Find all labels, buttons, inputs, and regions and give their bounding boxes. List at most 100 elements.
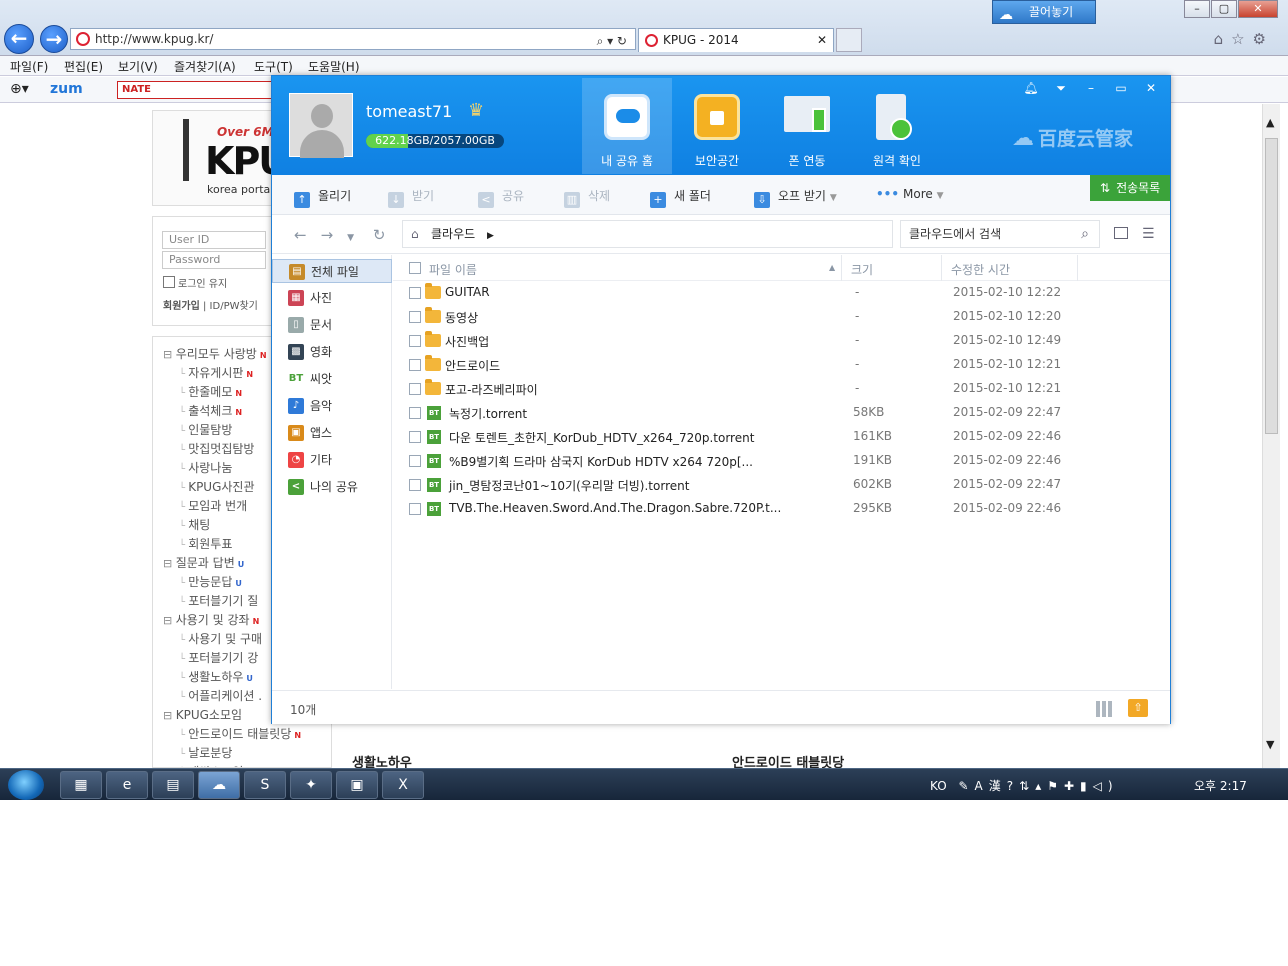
offline-download-button[interactable]: ⇩ 오프 받기 ▼	[754, 187, 837, 208]
cloud-search-input[interactable]: 클라우드에서 검색 ⌕	[900, 220, 1100, 248]
download-button[interactable]: ↓ 받기	[388, 187, 434, 208]
find-id-link[interactable]: ID/PW찾기	[210, 301, 258, 312]
tree-item[interactable]: 만능문답U	[179, 573, 242, 590]
file-row[interactable]: 동영상 - 2015-02-10 12:20	[393, 305, 1170, 329]
username[interactable]: tomeast71	[366, 102, 452, 121]
file-row[interactable]: 사진백업 - 2015-02-10 12:49	[393, 329, 1170, 353]
tree-item[interactable]: 한줄메모N	[179, 383, 242, 400]
taskbar-ie-icon[interactable]: e	[106, 771, 148, 799]
input-language[interactable]: KO	[930, 779, 947, 793]
back-button[interactable]: ←	[4, 24, 34, 54]
tree-item[interactable]: 안드로이드 태블릿당N	[179, 725, 301, 742]
browser-tab[interactable]: KPUG - 2014 ✕	[638, 28, 834, 52]
file-row[interactable]: BT TVB.The.Heaven.Sword.And.The.Dragon.Sa…	[393, 497, 1170, 521]
list-view-icon[interactable]	[1114, 227, 1128, 239]
breadcrumb[interactable]: ⌂ 클라우드 ▶	[402, 220, 893, 248]
file-row[interactable]: 안드로이드 - 2015-02-10 12:21	[393, 353, 1170, 377]
row-checkbox[interactable]	[409, 335, 421, 347]
sidebar-item[interactable]: ▦ 사진	[272, 286, 392, 310]
row-checkbox[interactable]	[409, 359, 421, 371]
tab-secure-space[interactable]: 보안공간	[672, 78, 762, 174]
zum-link[interactable]: zum	[50, 81, 83, 97]
taskbar-excel-icon[interactable]: X	[382, 771, 424, 799]
refresh-icon[interactable]: ↻	[373, 226, 400, 244]
new-folder-button[interactable]: + 새 폴더	[650, 187, 711, 208]
search-refresh-icon[interactable]: ⌕ ▾ ↻	[597, 31, 627, 51]
tab-close-icon[interactable]: ✕	[817, 29, 827, 51]
taskbar-baidu-cloud-icon[interactable]: ☁	[198, 771, 240, 799]
grid-view-icon[interactable]	[1096, 701, 1112, 717]
tree-item[interactable]: 포터블기기 질	[179, 592, 258, 609]
clock[interactable]: 오후 2:17	[1194, 777, 1247, 794]
tree-item[interactable]: 사용기 및 구매	[179, 630, 262, 647]
search-icon[interactable]: ⌕	[1081, 221, 1089, 247]
column-date[interactable]: 수정한 시간	[951, 261, 1010, 278]
tab-remote-check[interactable]: 원격 확인	[852, 78, 942, 174]
tab-my-home[interactable]: 내 공유 홈	[582, 78, 672, 174]
cloud-drag-button[interactable]: ☁ 끌어놓기	[992, 0, 1096, 24]
menu-favorites[interactable]: 즐겨찾기(A)	[174, 58, 236, 75]
sidebar-item[interactable]: ♪ 음악	[272, 394, 392, 418]
favorites-icon[interactable]: ⊕▾	[10, 81, 29, 97]
app-minimize-button[interactable]: –	[1076, 80, 1106, 96]
taskbar-wand-icon[interactable]: ✦	[290, 771, 332, 799]
tree-item[interactable]: KPUG소모임	[163, 706, 242, 723]
file-row[interactable]: BT %B9별기획 드라마 삼국지 KorDub HDTV x264 720p[.…	[393, 449, 1170, 473]
select-all-checkbox[interactable]	[409, 262, 421, 274]
join-link[interactable]: 회원가입	[163, 301, 200, 312]
row-checkbox[interactable]	[409, 479, 421, 491]
file-row[interactable]: 포고-라즈베리파이 - 2015-02-10 12:21	[393, 377, 1170, 401]
tree-item[interactable]: 날로분당	[179, 744, 232, 761]
keep-login-checkbox[interactable]: 로그인 유지	[163, 275, 227, 290]
nate-search-box[interactable]: NATE	[117, 81, 273, 99]
path-back-icon[interactable]: ←	[294, 226, 321, 244]
row-checkbox[interactable]	[409, 503, 421, 515]
app-close-button[interactable]: ✕	[1136, 80, 1166, 96]
sidebar-item[interactable]: < 나의 공유	[272, 475, 392, 499]
tray-icons[interactable]: ✎A漢?⇅▴⚑✚▮◁)	[959, 779, 1119, 793]
taskbar-s-app-icon[interactable]: S	[244, 771, 286, 799]
tab-phone-sync[interactable]: 폰 연동	[762, 78, 852, 174]
tree-item[interactable]: 우리모두 사랑방N	[163, 345, 267, 362]
home-favorites-gear-icon[interactable]: ⌂☆⚙	[1214, 30, 1274, 48]
taskbar-paint-icon[interactable]: ▣	[336, 771, 378, 799]
detail-view-icon[interactable]: ☰	[1142, 226, 1155, 242]
row-checkbox[interactable]	[409, 431, 421, 443]
breadcrumb-root[interactable]: 클라우드	[431, 227, 475, 241]
page-scrollbar[interactable]: ▲ ▼	[1262, 104, 1280, 768]
tree-item[interactable]: 질문과 답변U	[163, 554, 245, 571]
tree-item[interactable]: 사용기 및 강좌N	[163, 611, 260, 628]
start-button[interactable]	[8, 770, 44, 800]
tree-item[interactable]: 회원투표	[179, 535, 232, 552]
row-checkbox[interactable]	[409, 383, 421, 395]
user-id-field[interactable]: User ID	[162, 231, 266, 249]
tree-item[interactable]: 인물탐방	[179, 421, 232, 438]
sidebar-item[interactable]: ▣ 앱스	[272, 421, 392, 445]
scroll-down-icon[interactable]: ▼	[1266, 738, 1274, 751]
sidebar-item[interactable]: BT 씨앗	[272, 367, 392, 391]
upload-button[interactable]: ↑ 올리기	[294, 187, 351, 208]
tree-item[interactable]: 채팅	[179, 516, 210, 533]
tree-item[interactable]: 출석체크N	[179, 402, 242, 419]
row-checkbox[interactable]	[409, 311, 421, 323]
menu-dropdown-icon[interactable]: ⏷	[1046, 80, 1076, 96]
breadcrumb-chevron-icon[interactable]: ▶	[487, 231, 494, 241]
transfer-list-button[interactable]: ⇅ 전송목록	[1090, 175, 1170, 201]
scroll-thumb[interactable]	[1265, 138, 1278, 434]
menu-view[interactable]: 보기(V)	[118, 58, 158, 75]
sidebar-item[interactable]: ▩ 영화	[272, 340, 392, 364]
sidebar-item[interactable]: ▯ 문서	[272, 313, 392, 337]
row-checkbox[interactable]	[409, 455, 421, 467]
column-size[interactable]: 크기	[851, 261, 873, 278]
upload-folder-icon[interactable]: ⇧	[1128, 699, 1148, 717]
tree-item[interactable]: 맛집멋집탐방	[179, 440, 254, 457]
tree-item[interactable]: 사랑나눔	[179, 459, 232, 476]
column-name[interactable]: 파일 이름	[429, 261, 477, 278]
file-row[interactable]: BT 다운 토렌트_초한지_KorDub_HDTV_x264_720p.torre…	[393, 425, 1170, 449]
sidebar-item[interactable]: ▤ 전체 파일	[272, 259, 392, 283]
more-button[interactable]: ••• More ▼	[876, 187, 944, 201]
tree-item[interactable]: 자유게시판N	[179, 364, 253, 381]
tree-item[interactable]: KPUG사진관	[179, 478, 254, 495]
menu-file[interactable]: 파일(F)	[10, 58, 48, 75]
home-icon[interactable]: ⌂	[411, 221, 419, 247]
